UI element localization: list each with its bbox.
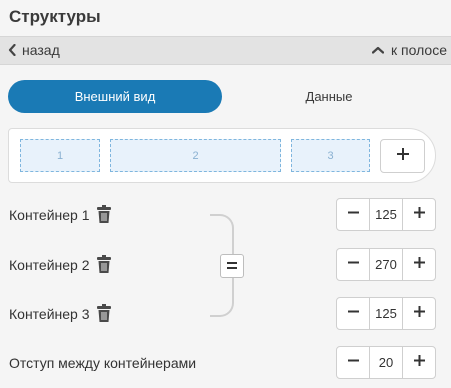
back-button[interactable]: назад	[8, 42, 60, 58]
minus-icon	[347, 256, 360, 274]
tab-bar: Внешний вид Данные	[8, 80, 436, 113]
container-2-row: Контейнер 2	[9, 255, 112, 274]
increment-button[interactable]	[403, 199, 435, 230]
spacing-value[interactable]: 20	[369, 347, 403, 378]
container-3-row: Контейнер 3	[9, 304, 112, 323]
container-3-value[interactable]: 125	[369, 298, 403, 329]
plus-icon	[396, 147, 410, 166]
container-3-stepper: 125	[336, 297, 436, 330]
minus-icon	[347, 354, 360, 372]
increment-button[interactable]	[403, 249, 435, 280]
up-label: к полосе	[391, 42, 447, 58]
trash-icon[interactable]	[96, 205, 112, 224]
up-to-strip-button[interactable]: к полосе	[372, 42, 447, 58]
container-3-label: Контейнер 3	[9, 305, 90, 322]
tab-appearance[interactable]: Внешний вид	[8, 80, 222, 113]
container-2-stepper: 270	[336, 248, 436, 281]
container-preview-3[interactable]: 3	[291, 139, 370, 172]
spacing-row: Отступ между контейнерами	[9, 355, 196, 371]
page-title: Структуры	[9, 7, 101, 26]
spacing-stepper: 20	[336, 346, 436, 379]
container-1-value[interactable]: 125	[369, 199, 403, 230]
trash-icon[interactable]	[96, 255, 112, 274]
increment-button[interactable]	[403, 298, 435, 329]
container-1-stepper: 125	[336, 198, 436, 231]
minus-icon	[347, 305, 360, 323]
decrement-button[interactable]	[337, 298, 369, 329]
container-preview-2[interactable]: 2	[110, 139, 281, 172]
container-1-label: Контейнер 1	[9, 206, 90, 223]
container-2-value[interactable]: 270	[369, 249, 403, 280]
container-preview-1[interactable]: 1	[20, 139, 100, 172]
decrement-button[interactable]	[337, 249, 369, 280]
plus-icon	[413, 305, 426, 323]
nav-bar: назад к полосе	[0, 36, 451, 65]
container-1-row: Контейнер 1	[9, 205, 112, 224]
increment-button[interactable]	[403, 347, 435, 378]
chevron-left-icon	[8, 44, 16, 56]
decrement-button[interactable]	[337, 199, 369, 230]
container-2-label: Контейнер 2	[9, 256, 90, 273]
equals-icon	[226, 257, 238, 275]
trash-icon[interactable]	[96, 304, 112, 323]
plus-icon	[413, 256, 426, 274]
minus-icon	[347, 206, 360, 224]
decrement-button[interactable]	[337, 347, 369, 378]
spacing-label: Отступ между контейнерами	[9, 355, 197, 371]
equalize-button[interactable]	[220, 254, 244, 278]
structure-preview: 1 2 3	[8, 128, 436, 183]
tab-data[interactable]: Данные	[222, 80, 436, 113]
plus-icon	[413, 354, 426, 372]
chevron-up-icon	[372, 46, 385, 54]
back-label: назад	[22, 42, 60, 58]
add-container-button[interactable]	[380, 139, 425, 173]
plus-icon	[413, 206, 426, 224]
